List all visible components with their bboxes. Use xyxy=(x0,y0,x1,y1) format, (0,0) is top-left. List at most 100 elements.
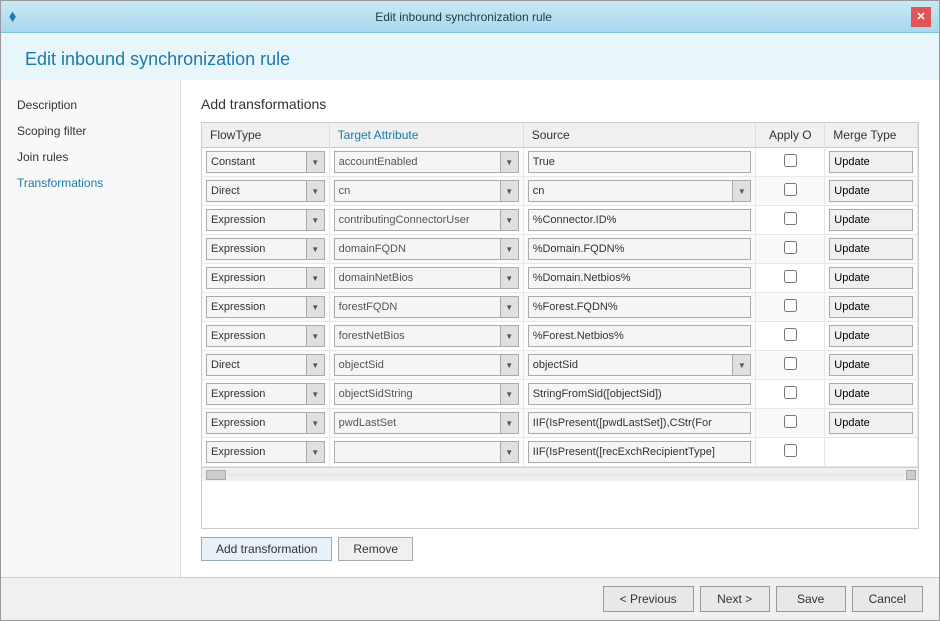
cancel-button[interactable]: Cancel xyxy=(852,586,923,612)
apply-checkbox[interactable] xyxy=(784,212,797,225)
source-dropdown-arrow[interactable]: ▼ xyxy=(733,354,751,376)
sidebar-item-scoping-filter[interactable]: Scoping filter xyxy=(1,118,180,144)
target-select[interactable]: accountEnabled ▼ xyxy=(334,151,519,173)
target-select[interactable]: pwdLastSet ▼ xyxy=(334,412,519,434)
sidebar-item-join-rules[interactable]: Join rules xyxy=(1,144,180,170)
flowtype-dropdown-arrow[interactable]: ▼ xyxy=(307,238,325,260)
target-value: accountEnabled xyxy=(334,151,501,173)
target-dropdown-arrow[interactable]: ▼ xyxy=(501,180,519,202)
apply-checkbox[interactable] xyxy=(784,299,797,312)
flowtype-select[interactable]: Expression ▼ xyxy=(206,383,325,405)
target-dropdown-arrow[interactable]: ▼ xyxy=(501,267,519,289)
save-button[interactable]: Save xyxy=(776,586,846,612)
transformations-table-wrapper[interactable]: FlowType Target Attribute Source Apply O… xyxy=(201,122,919,529)
target-dropdown-arrow[interactable]: ▼ xyxy=(501,354,519,376)
flowtype-select[interactable]: Expression ▼ xyxy=(206,238,325,260)
target-dropdown-arrow[interactable]: ▼ xyxy=(501,209,519,231)
table-row: Expression ▼ ▼ IIF(IsPresent([recExchRec… xyxy=(202,438,918,467)
remove-button[interactable]: Remove xyxy=(338,537,413,561)
target-select[interactable]: forestNetBios ▼ xyxy=(334,325,519,347)
flowtype-dropdown-arrow[interactable]: ▼ xyxy=(307,325,325,347)
flowtype-value: Direct xyxy=(206,354,307,376)
flowtype-value: Expression xyxy=(206,296,307,318)
apply-checkbox[interactable] xyxy=(784,328,797,341)
next-button[interactable]: Next > xyxy=(700,586,770,612)
apply-checkbox[interactable] xyxy=(784,154,797,167)
table-row: Expression ▼ pwdLastSet ▼ IIF(IsPresent(… xyxy=(202,409,918,438)
merge-type-value: Update xyxy=(829,267,913,289)
target-dropdown-arrow[interactable]: ▼ xyxy=(501,325,519,347)
flowtype-select[interactable]: Expression ▼ xyxy=(206,296,325,318)
target-dropdown-arrow[interactable]: ▼ xyxy=(501,296,519,318)
flowtype-dropdown-arrow[interactable]: ▼ xyxy=(307,383,325,405)
previous-button[interactable]: < Previous xyxy=(603,586,694,612)
flowtype-dropdown-arrow[interactable]: ▼ xyxy=(307,267,325,289)
target-value xyxy=(334,441,501,463)
flowtype-dropdown-arrow[interactable]: ▼ xyxy=(307,296,325,318)
add-transformation-button[interactable]: Add transformation xyxy=(201,537,332,561)
col-header-merge: Merge Type xyxy=(825,123,918,148)
cell-source: True xyxy=(523,148,756,177)
cell-flowtype: Expression ▼ xyxy=(202,322,329,351)
flowtype-select[interactable]: Expression ▼ xyxy=(206,412,325,434)
apply-checkbox[interactable] xyxy=(784,357,797,370)
target-select[interactable]: ▼ xyxy=(334,441,519,463)
flowtype-select[interactable]: Direct ▼ xyxy=(206,180,325,202)
table-row: Expression ▼ forestNetBios ▼ %Forest.Net… xyxy=(202,322,918,351)
cell-target: cn ▼ xyxy=(329,177,523,206)
flowtype-dropdown-arrow[interactable]: ▼ xyxy=(307,354,325,376)
cell-target: pwdLastSet ▼ xyxy=(329,409,523,438)
apply-checkbox[interactable] xyxy=(784,183,797,196)
target-dropdown-arrow[interactable]: ▼ xyxy=(501,151,519,173)
cell-flowtype: Direct ▼ xyxy=(202,351,329,380)
apply-checkbox[interactable] xyxy=(784,270,797,283)
close-button[interactable]: ✕ xyxy=(911,7,931,27)
target-select[interactable]: forestFQDN ▼ xyxy=(334,296,519,318)
target-select[interactable]: cn ▼ xyxy=(334,180,519,202)
cell-target: objectSid ▼ xyxy=(329,351,523,380)
target-dropdown-arrow[interactable]: ▼ xyxy=(501,441,519,463)
target-dropdown-arrow[interactable]: ▼ xyxy=(501,383,519,405)
flowtype-select[interactable]: Expression ▼ xyxy=(206,267,325,289)
target-select[interactable]: domainFQDN ▼ xyxy=(334,238,519,260)
target-select[interactable]: domainNetBios ▼ xyxy=(334,267,519,289)
cell-apply xyxy=(756,177,825,206)
target-dropdown-arrow[interactable]: ▼ xyxy=(501,238,519,260)
merge-type-value: Update xyxy=(829,296,913,318)
source-dropdown-arrow[interactable]: ▼ xyxy=(733,180,751,202)
flowtype-value: Expression xyxy=(206,209,307,231)
apply-checkbox[interactable] xyxy=(784,241,797,254)
flowtype-dropdown-arrow[interactable]: ▼ xyxy=(307,209,325,231)
source-select[interactable]: objectSid ▼ xyxy=(528,354,752,376)
apply-checkbox[interactable] xyxy=(784,415,797,428)
cell-merge: Update xyxy=(825,380,918,409)
target-value: contributingConnectorUser xyxy=(334,209,501,231)
apply-checkbox[interactable] xyxy=(784,444,797,457)
flowtype-dropdown-arrow[interactable]: ▼ xyxy=(307,180,325,202)
merge-type-value: Update xyxy=(829,209,913,231)
flowtype-dropdown-arrow[interactable]: ▼ xyxy=(307,412,325,434)
target-select[interactable]: objectSidString ▼ xyxy=(334,383,519,405)
cell-merge: Update xyxy=(825,293,918,322)
target-select[interactable]: objectSid ▼ xyxy=(334,354,519,376)
target-select[interactable]: contributingConnectorUser ▼ xyxy=(334,209,519,231)
cell-source: cn ▼ xyxy=(523,177,756,206)
table-header-row: FlowType Target Attribute Source Apply O… xyxy=(202,123,918,148)
sidebar-item-transformations[interactable]: Transformations xyxy=(1,170,180,196)
flowtype-select[interactable]: Expression ▼ xyxy=(206,441,325,463)
apply-checkbox[interactable] xyxy=(784,386,797,399)
flowtype-select[interactable]: Constant ▼ xyxy=(206,151,325,173)
target-dropdown-arrow[interactable]: ▼ xyxy=(501,412,519,434)
cell-flowtype: Direct ▼ xyxy=(202,177,329,206)
flowtype-select[interactable]: Expression ▼ xyxy=(206,209,325,231)
flowtype-select[interactable]: Expression ▼ xyxy=(206,325,325,347)
flowtype-value: Direct xyxy=(206,180,307,202)
page-header: Edit inbound synchronization rule xyxy=(1,33,939,80)
sidebar-item-description[interactable]: Description xyxy=(1,92,180,118)
source-select[interactable]: cn ▼ xyxy=(528,180,752,202)
flowtype-select[interactable]: Direct ▼ xyxy=(206,354,325,376)
horizontal-scrollbar[interactable] xyxy=(202,467,918,481)
flowtype-dropdown-arrow[interactable]: ▼ xyxy=(307,441,325,463)
source-value: %Connector.ID% xyxy=(528,209,752,231)
flowtype-dropdown-arrow[interactable]: ▼ xyxy=(307,151,325,173)
